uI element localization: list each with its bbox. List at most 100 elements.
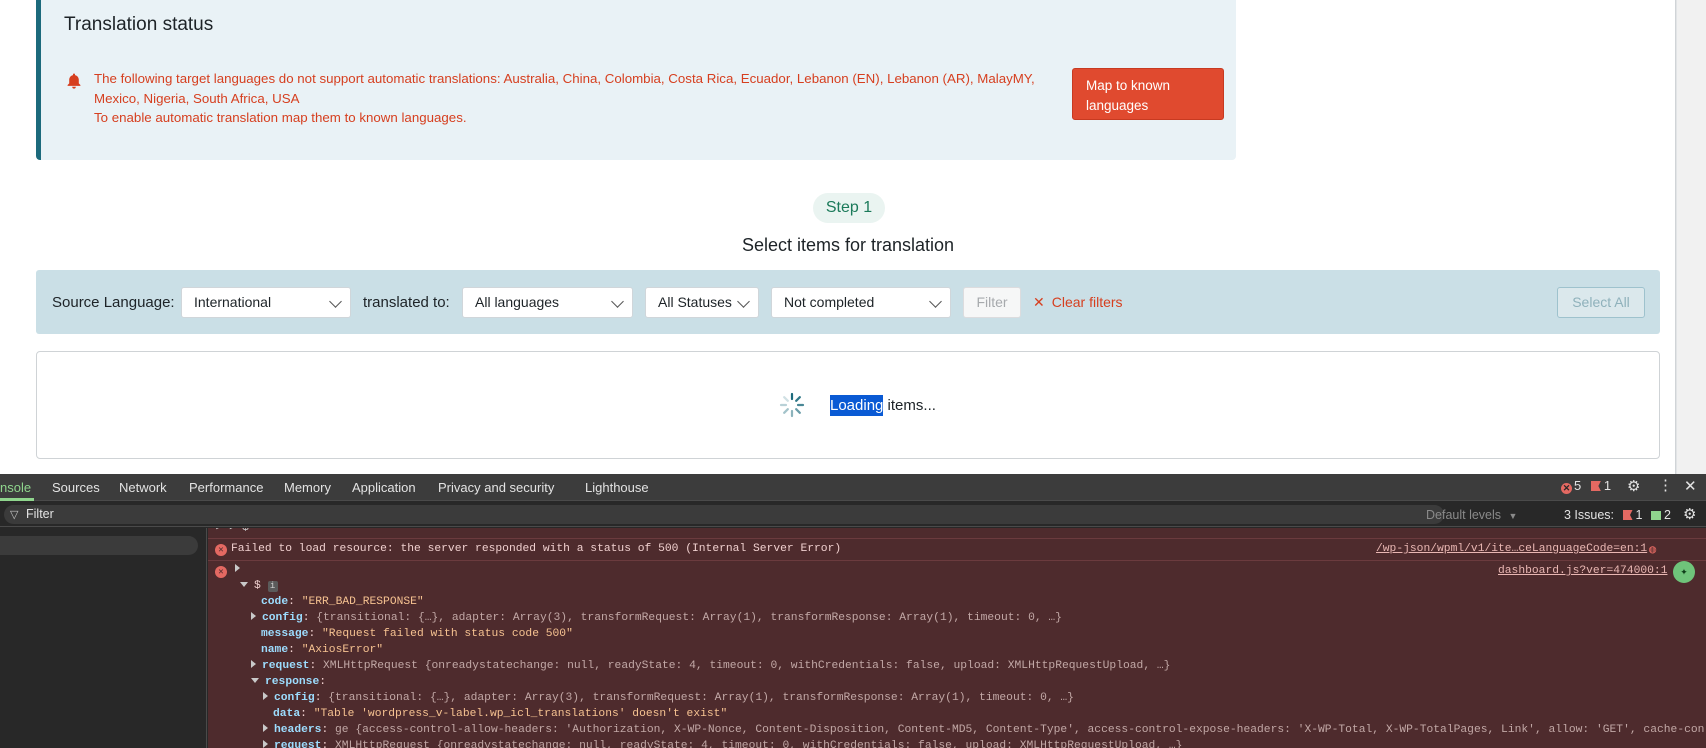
console-source-link[interactable]: dashboard.js?ver=474000:1 <box>1498 565 1667 577</box>
filter-icon: ▽ <box>10 509 19 521</box>
translation-status-panel: Translation status The following target … <box>36 0 1236 160</box>
chevron-down-icon: ▼ <box>1508 511 1518 521</box>
source-language-value: International <box>194 294 272 310</box>
status-value: All Statuses <box>658 294 732 310</box>
completion-value: Not completed <box>784 294 875 310</box>
prop-message-row: message: "Request failed with status cod… <box>261 628 573 640</box>
expand-triangle-icon <box>251 612 256 620</box>
message-icon <box>1650 511 1661 520</box>
filter-bar: Source Language: International translate… <box>36 270 1660 334</box>
target-language-value: All languages <box>475 294 560 310</box>
page-content: Translation status The following target … <box>0 0 1676 474</box>
collapse-triangle-icon <box>251 678 259 683</box>
target-language-select[interactable]: All languages <box>462 287 633 318</box>
issues-message-count: 2 <box>1663 508 1671 522</box>
step-heading: Select items for translation <box>741 235 955 255</box>
close-icon[interactable]: ✕ <box>1684 477 1697 495</box>
spinner-icon <box>779 392 805 418</box>
chevron-down-icon <box>611 295 624 308</box>
chevron-down-icon <box>329 295 342 308</box>
prop-response-config-value: {transitional: {…}, adapter: Array(3), t… <box>328 692 1074 704</box>
prop-response-request-row[interactable]: request: XMLHttpRequest {onreadystatecha… <box>263 740 1182 748</box>
prop-response-headers-row[interactable]: headers: ge {access-control-allow-header… <box>263 724 1704 736</box>
prop-code-row: code: "ERR_BAD_RESPONSE" <box>261 596 424 608</box>
prop-name-value: "AxiosError" <box>301 644 384 656</box>
prop-response-config-row[interactable]: config: {transitional: {…}, adapter: Arr… <box>263 692 1074 704</box>
completion-select[interactable]: Not completed <box>771 287 951 318</box>
tab-application[interactable]: Application <box>352 480 416 495</box>
prop-config-value: {transitional: {…}, adapter: Array(3), t… <box>316 612 1062 624</box>
gear-icon[interactable]: ⚙ <box>1627 477 1640 495</box>
log-levels-value: Default levels <box>1426 508 1502 522</box>
console-sidebar <box>0 528 207 748</box>
sidebar-selected-item[interactable] <box>0 536 198 555</box>
console-filter-input[interactable]: Filter <box>4 505 1444 524</box>
expand-triangle-icon <box>263 692 268 700</box>
tab-memory[interactable]: Memory <box>284 480 331 495</box>
expand-toggle[interactable] <box>235 564 246 576</box>
status-message: The following target languages do not su… <box>94 69 1054 128</box>
clear-filters-button[interactable]: ✕ Clear filters <box>1033 294 1123 311</box>
prop-config-row[interactable]: config: {transitional: {…}, adapter: Arr… <box>251 612 1062 624</box>
status-message-hint: To enable automatic translation map them… <box>94 110 467 125</box>
error-icon: ✕ <box>215 544 227 556</box>
status-title: Translation status <box>64 14 214 35</box>
issues-counter[interactable]: 3 Issues: 1 2 <box>1564 508 1671 522</box>
select-all-button[interactable]: Select All <box>1557 287 1645 318</box>
map-to-known-languages-button[interactable]: Map to known languages <box>1072 68 1224 120</box>
loading-text: Loading items... <box>830 395 936 416</box>
error-count: 5 <box>1574 478 1582 493</box>
tab-performance[interactable]: Performance <box>189 480 263 495</box>
filter-button[interactable]: Filter <box>963 287 1021 318</box>
prop-code-value: "ERR_BAD_RESPONSE" <box>301 596 424 608</box>
step-pill: Step 1 <box>813 193 885 223</box>
issues-error-count: 1 <box>1635 508 1643 522</box>
expand-triangle-icon <box>263 724 268 732</box>
object-root-row[interactable]: $ i <box>240 580 278 592</box>
console-source-link[interactable]: /wp-json/wpml/v1/ite…ceLanguageCode=en:1 <box>1376 543 1647 555</box>
ai-assistant-icon[interactable]: ✦ <box>1673 561 1695 583</box>
expand-triangle-icon <box>251 660 256 668</box>
console-messages: ▸ ▸ $ ✕ Failed to load resource: the ser… <box>208 528 1706 748</box>
prop-response-data-row: data: "Table 'wordpress_v-label.wp_icl_t… <box>273 708 728 720</box>
gear-icon[interactable]: ⚙ <box>1683 505 1696 523</box>
console-filter-bar: Filter ▽ Default levels ▼ 3 Issues: 1 2 … <box>0 502 1706 527</box>
tab-lighthouse[interactable]: Lighthouse <box>585 480 649 495</box>
prop-request-row[interactable]: request: XMLHttpRequest {onreadystatecha… <box>251 660 1170 672</box>
row-divider <box>208 538 1706 539</box>
warning-flag-icon <box>1590 481 1601 491</box>
warning-count: 1 <box>1603 478 1612 493</box>
network-icon[interactable]: ◍ <box>1649 542 1656 557</box>
status-select[interactable]: All Statuses <box>645 287 759 318</box>
clear-filters-label: Clear filters <box>1051 294 1123 310</box>
log-levels-select[interactable]: Default levels ▼ <box>1426 508 1517 522</box>
tab-console[interactable]: nsole <box>0 480 31 495</box>
loading-text-highlight: Loading <box>830 395 884 416</box>
prop-name-row: name: "AxiosError" <box>261 644 384 656</box>
more-vertical-icon[interactable]: ⋮ <box>1658 476 1673 494</box>
expand-triangle-icon <box>263 740 268 748</box>
devtools-panel: nsole Sources Network Performance Memory… <box>0 474 1706 748</box>
info-badge-icon[interactable]: i <box>267 581 278 592</box>
chevron-down-icon <box>929 295 942 308</box>
devtools-tab-bar: nsole Sources Network Performance Memory… <box>0 474 1706 501</box>
console-error-message: Failed to load resource: the server resp… <box>231 543 842 555</box>
expand-triangle-icon <box>235 564 240 572</box>
prop-response-row[interactable]: response: <box>251 676 326 688</box>
source-language-select[interactable]: International <box>181 287 351 318</box>
prop-response-headers-value: ge {access-control-allow-headers: 'Autho… <box>335 724 1705 736</box>
tab-privacy-security[interactable]: Privacy and security <box>438 480 554 495</box>
truncated-log-row: ▸ ▸ $ <box>215 528 249 534</box>
items-loading-panel: Loading items... <box>36 351 1660 459</box>
active-tab-indicator <box>0 498 34 501</box>
page-scrollbar[interactable] <box>1676 0 1706 474</box>
tab-network[interactable]: Network <box>119 480 167 495</box>
translated-to-label: translated to: <box>363 294 450 311</box>
row-divider <box>208 560 1706 561</box>
tab-sources[interactable]: Sources <box>52 480 100 495</box>
prop-response-request-value: XMLHttpRequest {onreadystatechange: null… <box>335 740 1183 748</box>
prop-message-value: "Request failed with status code 500" <box>322 628 573 640</box>
error-counter[interactable]: ✕ 5 1 <box>1561 478 1611 494</box>
error-icon: ✕ <box>215 566 227 578</box>
prop-request-value: XMLHttpRequest {onreadystatechange: null… <box>323 660 1171 672</box>
